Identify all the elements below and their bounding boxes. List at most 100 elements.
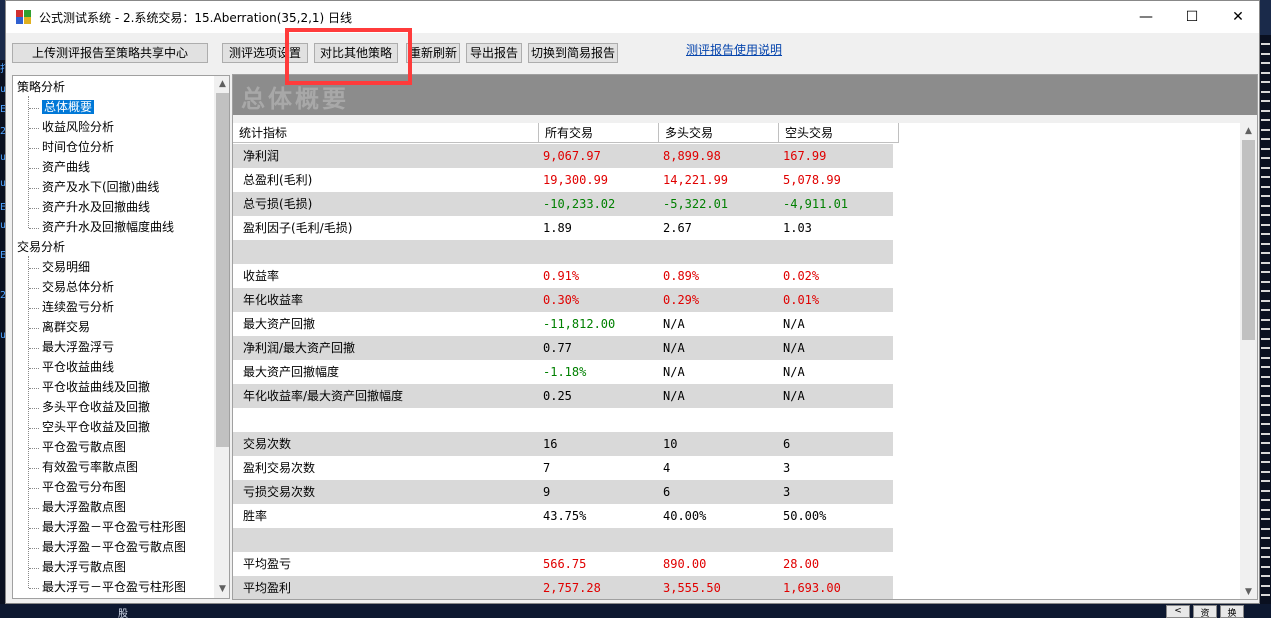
- title-bar[interactable]: 公式测试系统 - 2.系统交易：15.Aberration(35,2,1) 日线…: [6, 1, 1259, 33]
- close-button[interactable]: ✕: [1215, 1, 1261, 33]
- background-price-tick: [1261, 546, 1270, 549]
- scroll-up-icon[interactable]: ▲: [214, 76, 229, 93]
- table-row[interactable]: 收益率 0.91% 0.89% 0.02%: [233, 264, 893, 288]
- table-row[interactable]: 亏损交易次数 9 6 3: [233, 480, 893, 504]
- table-row[interactable]: 最大资产回撤 -11,812.00 N/A N/A: [233, 312, 893, 336]
- tree-item[interactable]: 平仓盈亏分布图: [42, 478, 126, 497]
- report-help-link[interactable]: 测评报告使用说明: [686, 41, 782, 58]
- simple-report-button[interactable]: 切换到简易报告: [528, 43, 618, 63]
- table-row[interactable]: 总盈利(毛利) 19,300.99 14,221.99 5,078.99: [233, 168, 893, 192]
- metric-value-long: N/A: [663, 317, 685, 331]
- table-row[interactable]: 最大资产回撤幅度 -1.18% N/A N/A: [233, 360, 893, 384]
- tree-group-label[interactable]: 策略分析: [17, 78, 65, 97]
- column-header-long[interactable]: 多头交易: [659, 123, 779, 143]
- tree-item[interactable]: 时间仓位分析: [42, 138, 114, 157]
- table-row[interactable]: 盈利交易次数 7 4 3: [233, 456, 893, 480]
- tree-item[interactable]: 最大浮盈－平仓盈亏柱形图: [42, 518, 186, 537]
- table-row[interactable]: [233, 528, 893, 552]
- tree-item[interactable]: 平仓盈亏散点图: [42, 438, 126, 457]
- table-row[interactable]: 平均盈亏 566.75 890.00 28.00: [233, 552, 893, 576]
- analysis-tree: ▲ ▼ 策略分析总体概要收益风险分析 时间仓位分析 资产曲线 资产及水下(回撤)曲线资…: [12, 75, 230, 599]
- tree-item[interactable]: 交易明细: [42, 258, 90, 277]
- metric-value-long: N/A: [663, 365, 685, 379]
- tree-item[interactable]: 最大浮盈浮亏: [42, 338, 114, 357]
- metric-value-all: 43.75%: [543, 509, 587, 523]
- tree-item[interactable]: 资产及水下(回撤)曲线: [42, 178, 159, 197]
- table-row[interactable]: 交易次数 16 10 6: [233, 432, 893, 456]
- background-price-tick: [1261, 394, 1270, 397]
- tree-branch-line: [29, 528, 39, 529]
- tree-branch-line: [29, 188, 39, 189]
- background-price-tick: [1261, 328, 1270, 330]
- tree-item[interactable]: 交易总体分析: [42, 278, 114, 297]
- tree-item[interactable]: 资产曲线: [42, 158, 90, 177]
- background-price-tick: [1261, 128, 1270, 131]
- tree-item[interactable]: 资产升水及回撤幅度曲线: [42, 218, 174, 237]
- metric-value-long: 8,899.98: [663, 149, 721, 163]
- table-row[interactable]: 总亏损(毛损) -10,233.02 -5,322.01 -4,911.01: [233, 192, 893, 216]
- background-bottom-button[interactable]: 换: [1220, 605, 1244, 618]
- metric-value-short: 28.00: [783, 557, 820, 571]
- background-price-tick: [1261, 43, 1270, 45]
- metric-value-all: -11,812.00: [543, 317, 616, 331]
- tree-item[interactable]: 多头平仓收益及回撤: [42, 398, 150, 417]
- scroll-up-icon[interactable]: ▲: [1240, 123, 1257, 140]
- tree-item[interactable]: 最大浮盈－平仓盈亏散点图: [42, 538, 186, 557]
- formula-test-window: 公式测试系统 - 2.系统交易：15.Aberration(35,2,1) 日线…: [5, 0, 1260, 604]
- tree-item-label: 有效盈亏率散点图: [42, 460, 139, 474]
- column-header-all[interactable]: 所有交易: [539, 123, 659, 143]
- refresh-button[interactable]: 重新刷新: [406, 43, 460, 63]
- scroll-thumb[interactable]: [216, 93, 229, 447]
- maximize-button[interactable]: ☐: [1169, 1, 1215, 33]
- background-price-tick: [1261, 90, 1270, 93]
- tree-item[interactable]: 有效盈亏率散点图: [42, 458, 138, 477]
- metric-value-short: 1,693.00: [783, 581, 841, 595]
- metric-label: 最大资产回撤: [243, 317, 316, 331]
- scroll-down-icon[interactable]: ▼: [214, 581, 229, 598]
- tree-item[interactable]: 最大浮亏散点图: [42, 558, 126, 577]
- column-header-short[interactable]: 空头交易: [779, 123, 899, 143]
- background-price-tick: [1261, 233, 1270, 235]
- tree-item[interactable]: 离群交易: [42, 318, 90, 337]
- background-bottom-button[interactable]: <: [1166, 605, 1190, 618]
- column-header-metric[interactable]: 统计指标: [233, 123, 539, 143]
- export-report-button[interactable]: 导出报告: [466, 43, 522, 63]
- tree-item[interactable]: 最大浮盈散点图: [42, 498, 126, 517]
- background-price-tick: [1261, 337, 1270, 340]
- tree-item[interactable]: 最大浮亏－平仓盈亏柱形图: [42, 578, 186, 597]
- background-price-tick: [1261, 480, 1270, 482]
- table-row[interactable]: 年化收益率 0.30% 0.29% 0.01%: [233, 288, 893, 312]
- metric-value-short: 0.02%: [783, 269, 820, 283]
- table-row[interactable]: 净利润 9,067.97 8,899.98 167.99: [233, 144, 893, 168]
- tree-scrollbar[interactable]: ▲ ▼: [214, 76, 229, 598]
- tree-item-label: 交易总体分析: [42, 280, 115, 294]
- table-row[interactable]: [233, 240, 893, 264]
- tree-item[interactable]: 平仓收益曲线及回撤: [42, 378, 150, 397]
- background-price-tick: [1261, 271, 1270, 273]
- background-price-tick: [1261, 356, 1270, 359]
- scroll-down-icon[interactable]: ▼: [1240, 584, 1257, 599]
- tree-group-label[interactable]: 交易分析: [17, 238, 65, 257]
- tree-item[interactable]: 收益风险分析: [42, 118, 114, 137]
- table-row[interactable]: 净利润/最大资产回撤 0.77 N/A N/A: [233, 336, 893, 360]
- tree-branch-line: [29, 428, 39, 429]
- tree-item[interactable]: 平仓收益曲线: [42, 358, 114, 377]
- background-price-tick: [1261, 252, 1270, 254]
- table-row[interactable]: 盈利因子(毛利/毛损) 1.89 2.67 1.03: [233, 216, 893, 240]
- background-price-tick: [1261, 594, 1270, 596]
- scroll-thumb[interactable]: [1242, 140, 1255, 340]
- background-price-tick: [1261, 100, 1270, 102]
- tree-item[interactable]: 资产升水及回撤曲线: [42, 198, 150, 217]
- tree-item[interactable]: 总体概要: [42, 98, 95, 117]
- tree-item-label: 总体概要: [42, 100, 95, 114]
- report-scrollbar[interactable]: ▲ ▼: [1240, 123, 1257, 599]
- upload-report-button[interactable]: 上传测评报告至策略共享中心: [12, 43, 208, 63]
- table-row[interactable]: [233, 408, 893, 432]
- tree-item[interactable]: 空头平仓收益及回撤: [42, 418, 150, 437]
- background-bottom-button[interactable]: 资: [1193, 605, 1217, 618]
- table-row[interactable]: 平均盈利 2,757.28 3,555.50 1,693.00: [233, 576, 893, 599]
- minimize-button[interactable]: —: [1123, 1, 1169, 33]
- table-row[interactable]: 年化收益率/最大资产回撤幅度 0.25 N/A N/A: [233, 384, 893, 408]
- tree-item[interactable]: 连续盈亏分析: [42, 298, 114, 317]
- table-row[interactable]: 胜率 43.75% 40.00% 50.00%: [233, 504, 893, 528]
